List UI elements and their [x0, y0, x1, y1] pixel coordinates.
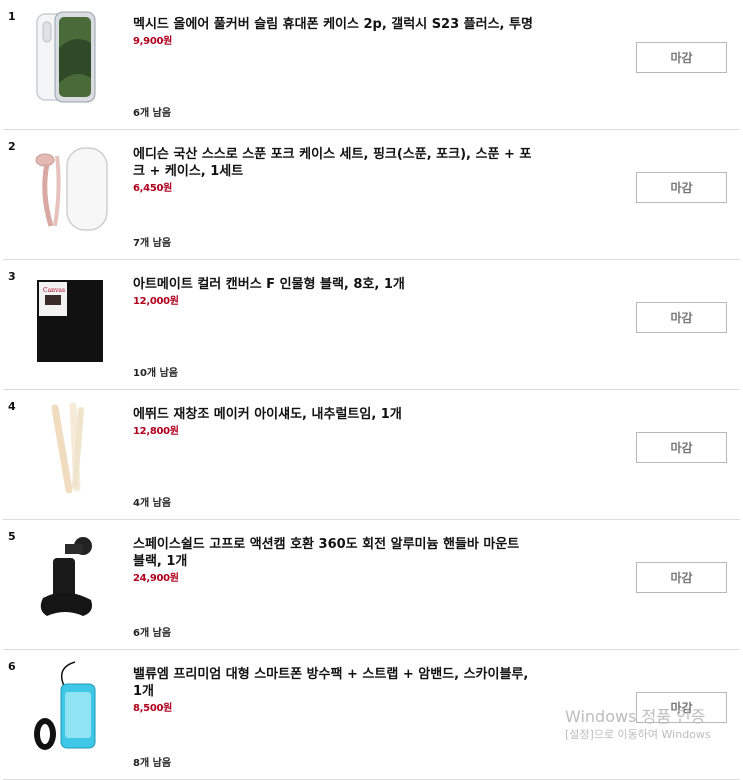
stock-remaining: 10개 남음 — [133, 368, 178, 379]
stock-remaining: 6개 남음 — [133, 628, 172, 639]
closed-button[interactable]: 마감 — [636, 432, 727, 463]
rank-number: 2 — [8, 140, 16, 153]
list-item: 5 스페이스쉴드 고프로 액션캠 호환 360도 회전 알루미늄 핸들바 마운트… — [3, 520, 740, 650]
product-title-text[interactable]: 멕시드 올에어 풀커버 슬림 휴대폰 케이스 2p, 갤럭시 S23 플러스, … — [133, 17, 533, 32]
product-title-text[interactable]: 아트메이트 컬러 캔버스 F 인물형 블랙, 8호, 1개 — [133, 277, 405, 292]
list-item: 4 에뛰드 재창조 메이커 아이섀도, 내추럴트임, 1개 12,800원 4개… — [3, 390, 740, 520]
product-price: 12,000원 — [133, 296, 179, 307]
product-price: 12,800원 — [133, 426, 179, 437]
product-price: 24,900원 — [133, 573, 179, 584]
product-title-text[interactable]: 에디슨 국산 스스로 스푼 포크 케이스 세트, 핑크(스푼, 포크), 스푼 … — [133, 147, 531, 179]
rank-number: 4 — [8, 400, 16, 413]
stock-remaining: 7개 남음 — [133, 238, 172, 249]
rank-number: 5 — [8, 530, 16, 543]
rank-number: 6 — [8, 660, 16, 673]
product-price: 6,450원 — [133, 183, 173, 194]
closed-button[interactable]: 마감 — [636, 302, 727, 333]
closed-button[interactable]: 마감 — [636, 692, 727, 723]
stock-remaining: 8개 남음 — [133, 758, 172, 769]
product-image[interactable] — [25, 138, 115, 238]
closed-button[interactable]: 마감 — [636, 172, 727, 203]
rank-number: 1 — [8, 10, 16, 23]
list-item: 6 밸류엠 프리미엄 대형 스마트폰 방수팩 + 스트랩 + 암밴드, 스카이블… — [3, 650, 740, 780]
product-image[interactable] — [25, 528, 115, 628]
product-list: 1 멕시드 올에어 풀커버 슬림 휴대폰 케이스 2p, 갤럭시 S23 플러스… — [0, 0, 743, 780]
product-title-text[interactable]: 스페이스쉴드 고프로 액션캠 호환 360도 회전 알루미늄 핸들바 마운트 블… — [133, 537, 519, 569]
product-title-text[interactable]: 밸류엠 프리미엄 대형 스마트폰 방수팩 + 스트랩 + 암밴드, 스카이블루,… — [133, 667, 528, 699]
stock-remaining: 6개 남음 — [133, 108, 172, 119]
stock-remaining: 4개 남음 — [133, 498, 172, 509]
product-title[interactable]: 멕시드 올에어 풀커버 슬림 휴대폰 케이스 2p, 갤럭시 S23 플러스, … — [133, 16, 533, 50]
product-title[interactable]: 밸류엠 프리미엄 대형 스마트폰 방수팩 + 스트랩 + 암밴드, 스카이블루,… — [133, 666, 533, 717]
closed-button[interactable]: 마감 — [636, 562, 727, 593]
rank-number: 3 — [8, 270, 16, 283]
closed-button[interactable]: 마감 — [636, 42, 727, 73]
product-title-text[interactable]: 에뛰드 재창조 메이커 아이섀도, 내추럴트임, 1개 — [133, 407, 402, 422]
svg-text:Canvas: Canvas — [43, 287, 65, 294]
product-image[interactable]: Canvas — [25, 268, 115, 368]
product-title[interactable]: 스페이스쉴드 고프로 액션캠 호환 360도 회전 알루미늄 핸들바 마운트 블… — [133, 536, 533, 587]
product-price: 9,900원 — [133, 36, 173, 47]
product-title[interactable]: 에뛰드 재창조 메이커 아이섀도, 내추럴트임, 1개 12,800원 — [133, 406, 533, 440]
product-title[interactable]: 에디슨 국산 스스로 스푼 포크 케이스 세트, 핑크(스푼, 포크), 스푼 … — [133, 146, 533, 197]
list-item: 3 Canvas 아트메이트 컬러 캔버스 F 인물형 블랙, 8호, 1개 1… — [3, 260, 740, 390]
product-price: 8,500원 — [133, 703, 173, 714]
product-image[interactable] — [25, 398, 115, 498]
list-item: 2 에디슨 국산 스스로 스푼 포크 케이스 세트, 핑크(스푼, 포크), 스… — [3, 130, 740, 260]
product-image[interactable] — [25, 658, 115, 758]
list-item: 1 멕시드 올에어 풀커버 슬림 휴대폰 케이스 2p, 갤럭시 S23 플러스… — [3, 0, 740, 130]
product-title[interactable]: 아트메이트 컬러 캔버스 F 인물형 블랙, 8호, 1개 12,000원 — [133, 276, 533, 310]
product-image[interactable] — [25, 8, 115, 108]
